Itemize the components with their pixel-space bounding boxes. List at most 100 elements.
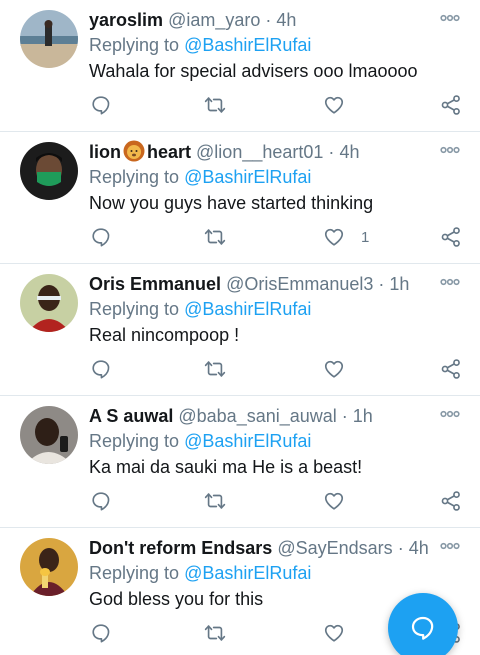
tweet-text: God bless you for this (89, 589, 264, 609)
replying-prefix: Replying to (89, 431, 185, 451)
retweet-icon (204, 94, 226, 116)
new-message-icon (411, 616, 434, 640)
separator-dot: · (378, 274, 385, 294)
tweet-actions (0, 486, 480, 516)
tweet-header: Oris Emmanuel @OrisEmmanuel3 · 1h (89, 272, 430, 296)
mention-link[interactable]: @BashirElRufai (184, 299, 311, 319)
share-button[interactable] (440, 90, 462, 120)
heart-icon (323, 490, 345, 512)
retweet-button[interactable] (204, 618, 226, 648)
share-icon (440, 490, 462, 512)
replying-to: Replying to @BashirElRufai (89, 297, 311, 321)
tweet-card[interactable]: lion heart @lion__heart01 · 4h Replying t… (0, 132, 480, 264)
man-portrait-avatar[interactable] (20, 274, 78, 332)
like-button[interactable] (323, 486, 361, 516)
display-name[interactable]: lion heart (89, 140, 192, 162)
share-icon (440, 226, 462, 248)
like-button[interactable] (323, 90, 361, 120)
separator-dot: · (265, 10, 272, 30)
heart-icon (323, 226, 345, 248)
heart-icon (323, 622, 345, 644)
timestamp[interactable]: 4h (409, 538, 429, 558)
tweet-text: Wahala for special advisers ooo lmaoooo (89, 61, 418, 81)
display-name[interactable]: Don't reform Endsars (89, 538, 272, 558)
tweet-header: lion heart @lion__heart01 · 4h (89, 140, 430, 164)
retweet-icon (204, 622, 226, 644)
lion-emoji-icon (123, 140, 145, 162)
display-name[interactable]: A S auwal (89, 406, 173, 426)
reply-button[interactable] (90, 618, 112, 648)
replying-to: Replying to @BashirElRufai (89, 33, 311, 57)
reply-button[interactable] (90, 354, 112, 384)
share-button[interactable] (440, 222, 462, 252)
retweet-button[interactable] (204, 90, 226, 120)
timestamp[interactable]: 1h (389, 274, 409, 294)
timestamp[interactable]: 4h (276, 10, 296, 30)
basketball-player-avatar[interactable] (20, 538, 78, 596)
timestamp[interactable]: 4h (339, 142, 359, 162)
retweet-icon (204, 358, 226, 380)
user-handle[interactable]: @iam_yaro (168, 10, 260, 30)
replying-prefix: Replying to (89, 299, 185, 319)
like-button[interactable] (323, 354, 361, 384)
mention-link[interactable]: @BashirElRufai (184, 431, 311, 451)
beach-photo-avatar[interactable] (20, 10, 78, 68)
more-options-icon[interactable] (440, 12, 460, 24)
retweet-button[interactable] (204, 222, 226, 252)
mention-link[interactable]: @BashirElRufai (184, 35, 311, 55)
like-button[interactable]: 1 (323, 222, 369, 252)
user-handle[interactable]: @OrisEmmanuel3 (226, 274, 373, 294)
share-icon (440, 94, 462, 116)
reply-icon (90, 226, 112, 248)
reply-button[interactable] (90, 486, 112, 516)
retweet-icon (204, 226, 226, 248)
heart-icon (323, 358, 345, 380)
separator-dot: · (341, 406, 348, 426)
reply-icon (90, 94, 112, 116)
share-icon (440, 358, 462, 380)
tweet-header: A S auwal @baba_sani_auwal · 1h (89, 404, 430, 428)
tweet-card[interactable]: A S auwal @baba_sani_auwal · 1h Replying… (0, 396, 480, 528)
reply-icon (90, 622, 112, 644)
tweet-actions (0, 90, 480, 120)
user-handle[interactable]: @baba_sani_auwal (178, 406, 336, 426)
replying-to: Replying to @BashirElRufai (89, 429, 311, 453)
heart-icon (323, 94, 345, 116)
replying-to: Replying to @BashirElRufai (89, 165, 311, 189)
display-name-part: heart (147, 142, 192, 162)
tweet-card[interactable]: Oris Emmanuel @OrisEmmanuel3 · 1h Replyi… (0, 264, 480, 396)
masked-woman-avatar[interactable] (20, 142, 78, 200)
share-button[interactable] (440, 354, 462, 384)
reply-button[interactable] (90, 222, 112, 252)
replying-prefix: Replying to (89, 35, 185, 55)
mention-link[interactable]: @BashirElRufai (184, 563, 311, 583)
more-options-icon[interactable] (440, 144, 460, 156)
tweet-header: yaroslim @iam_yaro · 4h (89, 8, 430, 32)
reply-button[interactable] (90, 90, 112, 120)
user-handle[interactable]: @lion__heart01 (196, 142, 323, 162)
replying-to: Replying to @BashirElRufai (89, 561, 311, 585)
retweet-button[interactable] (204, 486, 226, 516)
tweet-header: Don't reform Endsars @SayEndsars · 4h (89, 536, 430, 560)
compose-message-button[interactable] (388, 593, 458, 655)
separator-dot: · (397, 538, 404, 558)
like-button[interactable] (323, 618, 361, 648)
tweet-actions (0, 354, 480, 384)
display-name[interactable]: yaroslim (89, 10, 163, 30)
more-options-icon[interactable] (440, 408, 460, 420)
tweet-card[interactable]: yaroslim @iam_yaro · 4h Replying to @Bas… (0, 0, 480, 132)
timestamp[interactable]: 1h (353, 406, 373, 426)
more-options-icon[interactable] (440, 540, 460, 552)
more-options-icon[interactable] (440, 276, 460, 288)
display-name-part: lion (89, 142, 121, 162)
tweet-actions: 1 (0, 222, 480, 252)
man-selfie-avatar[interactable] (20, 406, 78, 464)
tweet-text: Ka mai da sauki ma He is a beast! (89, 457, 363, 477)
tweet-text: Real nincompoop ! (89, 325, 240, 345)
display-name[interactable]: Oris Emmanuel (89, 274, 221, 294)
mention-link[interactable]: @BashirElRufai (184, 167, 311, 187)
retweet-button[interactable] (204, 354, 226, 384)
user-handle[interactable]: @SayEndsars (277, 538, 392, 558)
reply-icon (90, 490, 112, 512)
share-button[interactable] (440, 486, 462, 516)
